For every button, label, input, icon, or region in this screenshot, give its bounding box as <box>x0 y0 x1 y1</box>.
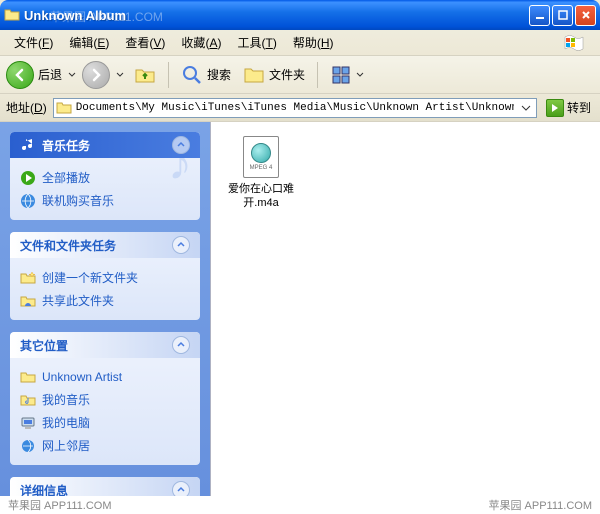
music-tasks-box: ♪ 音乐任务 全部播放 联机购买音乐 <box>10 132 200 220</box>
my-music-link[interactable]: 我的音乐 <box>20 388 190 411</box>
search-icon <box>181 64 203 86</box>
collapse-button[interactable] <box>172 481 190 496</box>
collapse-button[interactable] <box>172 136 190 154</box>
windows-logo-icon <box>554 33 594 53</box>
folder-icon <box>4 7 20 23</box>
shop-music-link[interactable]: 联机购买音乐 <box>20 189 190 212</box>
computer-icon <box>20 415 36 431</box>
explorer-window: Unknown Album 苹果园 APP111.COM 文件(F) 编辑(E)… <box>0 0 600 514</box>
search-button[interactable]: 搜索 <box>177 62 235 88</box>
network-icon <box>20 438 36 454</box>
close-button[interactable] <box>575 5 596 26</box>
back-label[interactable]: 后退 <box>38 66 62 83</box>
go-button[interactable]: 转到 <box>541 97 596 119</box>
menu-view[interactable]: 查看(V) <box>117 31 173 54</box>
views-button[interactable] <box>326 62 368 88</box>
folder-icon <box>20 369 36 385</box>
menu-file[interactable]: 文件(F) <box>6 31 61 54</box>
globe-icon <box>20 193 36 209</box>
menu-help[interactable]: 帮助(H) <box>285 31 342 54</box>
file-tasks-header[interactable]: 文件和文件夹任务 <box>10 232 200 258</box>
address-dropdown[interactable] <box>518 103 534 113</box>
play-icon <box>20 170 36 186</box>
address-field-wrap[interactable] <box>53 98 537 118</box>
my-computer-link[interactable]: 我的电脑 <box>20 411 190 434</box>
address-input[interactable] <box>76 102 514 114</box>
new-folder-icon <box>20 270 36 286</box>
tasks-panel: ♪ 音乐任务 全部播放 联机购买音乐 <box>0 122 210 496</box>
menu-tools[interactable]: 工具(T) <box>229 31 284 54</box>
menu-favorites[interactable]: 收藏(A) <box>173 31 229 54</box>
footer-watermark: 苹果园 APP111.COM 苹果园 APP111.COM <box>0 496 600 514</box>
folders-icon <box>243 64 265 86</box>
body-area: ♪ 音乐任务 全部播放 联机购买音乐 <box>0 122 600 496</box>
watermark-text: 苹果园 APP111.COM <box>50 8 163 25</box>
maximize-button[interactable] <box>552 5 573 26</box>
back-button[interactable] <box>6 61 34 89</box>
addressbar: 地址(D) 转到 <box>0 94 600 122</box>
back-dropdown[interactable] <box>66 63 78 87</box>
toolbar: 后退 搜索 文件夹 <box>0 56 600 94</box>
other-places-header[interactable]: 其它位置 <box>10 332 200 358</box>
folders-button[interactable]: 文件夹 <box>239 62 309 88</box>
play-all-link[interactable]: 全部播放 <box>20 166 190 189</box>
m4a-file-icon: MPEG 4 <box>243 136 279 178</box>
details-box: 详细信息 Unknown Album <box>10 477 200 496</box>
forward-dropdown[interactable] <box>114 63 126 87</box>
music-folder-icon <box>20 392 36 408</box>
music-icon <box>20 137 36 153</box>
share-folder-link[interactable]: 共享此文件夹 <box>20 289 190 312</box>
menubar: 文件(F) 编辑(E) 查看(V) 收藏(A) 工具(T) 帮助(H) <box>0 30 600 56</box>
file-tasks-box: 文件和文件夹任务 创建一个新文件夹 共享此文件夹 <box>10 232 200 320</box>
network-link[interactable]: 网上邻居 <box>20 434 190 457</box>
music-tasks-header[interactable]: 音乐任务 <box>10 132 200 158</box>
up-button[interactable] <box>130 62 160 88</box>
titlebar[interactable]: Unknown Album 苹果园 APP111.COM <box>0 0 600 30</box>
other-places-box: 其它位置 Unknown Artist 我的音乐 我的电脑 <box>10 332 200 465</box>
go-icon <box>546 99 564 117</box>
details-header[interactable]: 详细信息 <box>10 477 200 496</box>
folder-icon <box>56 100 72 116</box>
new-folder-link[interactable]: 创建一个新文件夹 <box>20 266 190 289</box>
file-list[interactable]: MPEG 4 爱你在心口难开.m4a <box>210 122 600 496</box>
file-item[interactable]: MPEG 4 爱你在心口难开.m4a <box>221 132 301 215</box>
minimize-button[interactable] <box>529 5 550 26</box>
collapse-button[interactable] <box>172 336 190 354</box>
address-label: 地址(D) <box>4 99 49 116</box>
unknown-artist-link[interactable]: Unknown Artist <box>20 366 190 388</box>
share-folder-icon <box>20 293 36 309</box>
file-name: 爱你在心口难开.m4a <box>225 182 297 211</box>
forward-button[interactable] <box>82 61 110 89</box>
menu-edit[interactable]: 编辑(E) <box>61 31 117 54</box>
collapse-button[interactable] <box>172 236 190 254</box>
views-icon <box>330 64 352 86</box>
